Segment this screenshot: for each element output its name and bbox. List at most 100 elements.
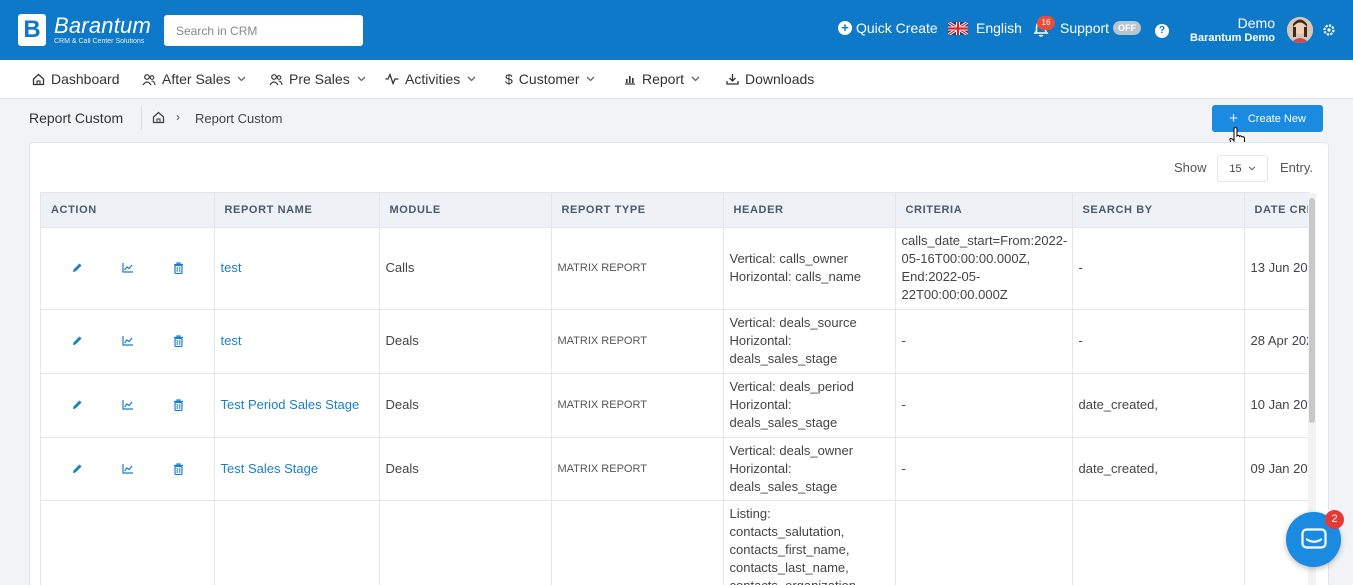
report-table: ACTION REPORT NAME MODULE REPORT TYPE HE… xyxy=(41,193,1310,585)
edit-pencil-icon[interactable] xyxy=(71,335,83,347)
table-row: test Deals MATRIX REPORT Vertical: deals… xyxy=(41,309,1310,374)
page-size-select[interactable]: 15 xyxy=(1217,155,1268,182)
support-status-toggle[interactable]: OFF xyxy=(1113,21,1142,35)
report-name-link[interactable] xyxy=(214,500,380,585)
edit-pencil-icon[interactable] xyxy=(71,262,83,274)
users-icon xyxy=(142,73,156,86)
module-cell: Deals xyxy=(379,309,552,374)
avatar[interactable] xyxy=(1287,17,1313,43)
plus-icon: + xyxy=(1229,110,1238,127)
column-header-search-by[interactable]: SEARCH BY xyxy=(1072,193,1245,228)
chart-icon[interactable] xyxy=(122,262,134,274)
breadcrumb-current: Report Custom xyxy=(195,111,283,126)
support-toggle[interactable]: Support OFF xyxy=(1060,20,1142,36)
trash-icon[interactable] xyxy=(173,462,184,475)
search-by-cell: date_created, xyxy=(1072,373,1245,438)
nav-label: After Sales xyxy=(162,71,231,87)
chart-icon[interactable] xyxy=(122,399,134,411)
chat-bubble-icon xyxy=(1300,527,1327,549)
column-header-criteria[interactable]: CRITERIA xyxy=(895,193,1073,228)
column-header-report-name[interactable]: REPORT NAME xyxy=(214,193,380,228)
report-name-link[interactable]: Test Period Sales Stage xyxy=(214,373,380,438)
chart-icon[interactable] xyxy=(122,463,134,475)
column-header-header[interactable]: HEADER xyxy=(723,193,896,228)
plus-circle-icon: + xyxy=(838,21,852,35)
row-actions xyxy=(41,309,215,374)
report-name-link[interactable]: test xyxy=(214,227,380,310)
uk-flag-icon xyxy=(948,21,968,35)
nav-label: Customer xyxy=(518,71,580,87)
breadcrumb-divider xyxy=(141,106,142,130)
breadcrumb-chevron-icon: › xyxy=(176,110,180,124)
chevron-down-icon xyxy=(467,76,476,82)
nav-label: Downloads xyxy=(745,71,815,87)
user-first-name: Demo xyxy=(1237,15,1275,31)
notification-count-badge: 16 xyxy=(1037,16,1055,30)
entry-label: Entry. xyxy=(1280,160,1313,175)
support-label: Support xyxy=(1060,20,1110,36)
language-selector[interactable]: English xyxy=(948,20,1022,36)
column-header-report-type[interactable]: REPORT TYPE xyxy=(551,193,724,228)
chart-icon[interactable] xyxy=(122,335,134,347)
brand-name: Barantum xyxy=(54,12,151,38)
chat-unread-badge: 2 xyxy=(1325,510,1344,529)
avatar-icon xyxy=(1287,17,1313,43)
search-by-cell: - xyxy=(1072,309,1245,374)
help-icon[interactable]: ? xyxy=(1155,24,1169,38)
report-table-container: ACTION REPORT NAME MODULE REPORT TYPE HE… xyxy=(40,192,1310,585)
trash-icon[interactable] xyxy=(173,399,184,411)
module-cell xyxy=(379,500,552,585)
main-navigation: Dashboard After Sales Pre Sales Activiti… xyxy=(0,60,1353,99)
quick-create-button[interactable]: + Quick Create xyxy=(838,20,938,36)
report-name-link[interactable]: Test Sales Stage xyxy=(214,437,380,501)
report-name-link[interactable]: test xyxy=(214,309,380,374)
top-bar: B Barantum CRM & Call Center Solutions +… xyxy=(0,0,1353,60)
language-label: English xyxy=(976,20,1022,36)
table-row: Test Period Sales Stage Deals MATRIX REP… xyxy=(41,373,1310,438)
nav-item-dashboard[interactable]: Dashboard xyxy=(32,71,120,87)
nav-label: Pre Sales xyxy=(289,71,350,87)
search-input[interactable] xyxy=(164,15,363,46)
column-header-action[interactable]: ACTION xyxy=(41,193,215,228)
table-row: test Calls MATRIX REPORT Vertical: calls… xyxy=(41,227,1310,310)
date-created-cell: 13 Jun 2022 xyxy=(1244,227,1310,310)
users-icon xyxy=(269,73,283,86)
edit-pencil-icon[interactable] xyxy=(71,463,83,475)
chevron-down-icon xyxy=(237,76,246,82)
page-size-value: 15 xyxy=(1229,162,1242,175)
nav-item-report[interactable]: Report xyxy=(624,71,700,87)
chevron-down-icon xyxy=(1248,166,1255,171)
bar-chart-icon xyxy=(624,73,636,85)
nav-item-pre-sales[interactable]: Pre Sales xyxy=(269,71,366,87)
dollar-icon: $ xyxy=(505,71,513,87)
home-icon[interactable] xyxy=(152,111,165,124)
user-info[interactable]: Demo Barantum Demo xyxy=(1190,16,1275,45)
criteria-cell: calls_date_start=From:2022-05-16T00:00:0… xyxy=(895,227,1073,310)
trash-icon[interactable] xyxy=(173,335,184,347)
trash-icon[interactable] xyxy=(173,262,184,274)
report-type-cell: MATRIX REPORT xyxy=(551,227,724,310)
table-scrollbar-thumb[interactable] xyxy=(1309,198,1315,423)
chevron-down-icon xyxy=(586,76,595,82)
column-header-date-created[interactable]: DATE CREATED xyxy=(1244,193,1310,228)
row-actions xyxy=(41,373,215,438)
user-full-name: Barantum Demo xyxy=(1190,32,1275,44)
brand-logo[interactable]: B Barantum CRM & Call Center Solutions xyxy=(18,14,151,46)
nav-item-after-sales[interactable]: After Sales xyxy=(142,71,246,87)
brand-tagline: CRM & Call Center Solutions xyxy=(54,37,145,45)
nav-item-customer[interactable]: $ Customer xyxy=(505,71,595,87)
criteria-cell: - xyxy=(895,373,1073,438)
nav-label: Dashboard xyxy=(51,71,120,87)
chevron-down-icon xyxy=(357,76,366,82)
create-new-label: Create New xyxy=(1247,112,1306,125)
nav-label: Activities xyxy=(405,71,461,87)
edit-pencil-icon[interactable] xyxy=(71,399,83,411)
date-created-cell: 09 Jan 2022 xyxy=(1244,437,1310,501)
table-row: Listing: contacts_salutation, contacts_f… xyxy=(41,500,1310,585)
nav-item-activities[interactable]: Activities xyxy=(385,71,476,87)
search-by-cell: date_created, xyxy=(1072,437,1245,501)
nav-item-downloads[interactable]: Downloads xyxy=(726,71,814,87)
header-cell: Vertical: deals_period Horizontal: deals… xyxy=(723,373,896,438)
gear-icon[interactable] xyxy=(1322,23,1336,37)
column-header-module[interactable]: MODULE xyxy=(379,193,552,228)
